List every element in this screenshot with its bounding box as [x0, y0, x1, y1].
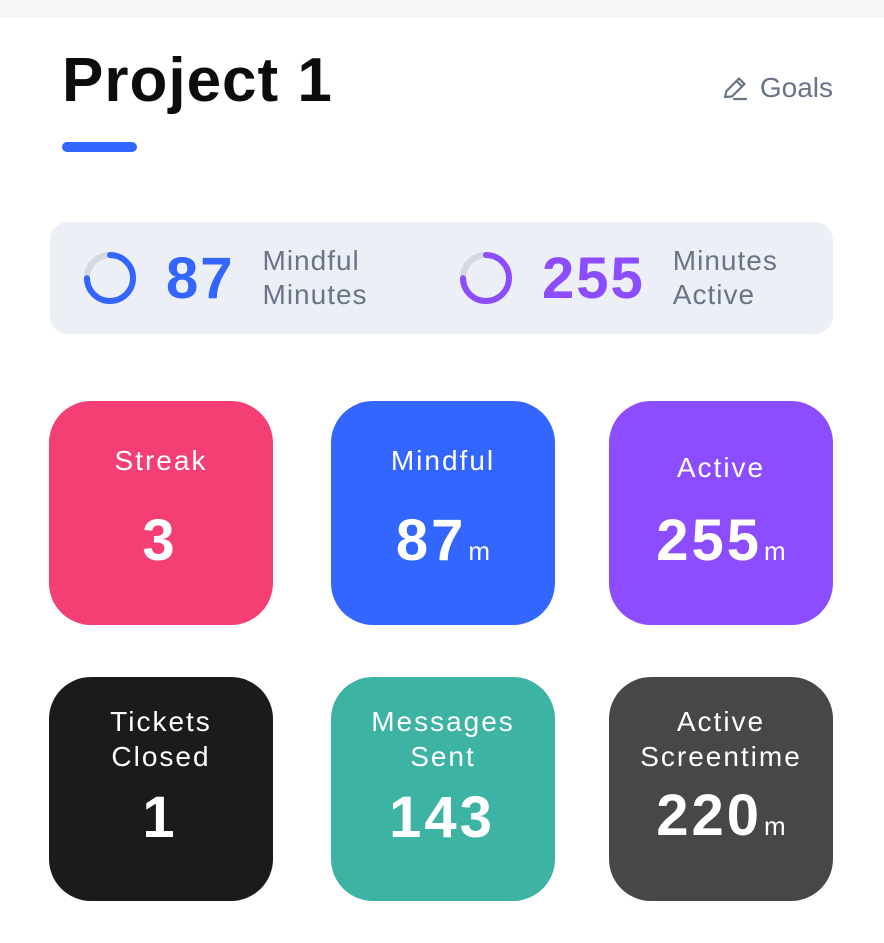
mindful-minutes-label: Mindful Minutes	[262, 245, 368, 310]
card-value: 220m	[609, 782, 833, 849]
messages-sent-card[interactable]: Messages Sent 143	[331, 677, 555, 901]
minutes-active-value: 255	[542, 245, 645, 311]
minutes-active-label: Minutes Active	[672, 245, 778, 310]
minutes-active-metric: 255 Minutes Active	[458, 222, 803, 334]
active-value: 255	[656, 508, 763, 573]
summary-panel: 87 Mindful Minutes 255 Minutes Active	[50, 222, 833, 334]
progress-ring-icon	[460, 252, 512, 304]
page-title: Project 1	[62, 46, 333, 115]
mindful-card[interactable]: Mindful 87m	[331, 401, 555, 625]
active-card[interactable]: Active 255m	[609, 401, 833, 625]
card-value: 255m	[609, 507, 833, 574]
goals-button[interactable]: Goals	[720, 72, 833, 104]
active-screentime-value: 220	[656, 783, 763, 848]
card-value: 3	[49, 507, 273, 574]
card-unit: m	[764, 811, 786, 841]
goals-label: Goals	[759, 72, 833, 103]
card-unit: m	[764, 536, 786, 566]
streak-card[interactable]: Streak 3	[49, 401, 273, 625]
card-value: 1	[49, 784, 273, 851]
streak-value: 3	[142, 508, 178, 573]
title-underline	[62, 142, 137, 152]
card-label: Streak	[114, 445, 208, 476]
mindful-minutes-metric: 87 Mindful Minutes	[82, 222, 393, 334]
card-label: Active Screentime	[640, 706, 802, 772]
progress-ring-icon	[84, 252, 136, 304]
card-label: Mindful	[390, 445, 496, 476]
card-label: Active	[676, 452, 766, 483]
mindful-value: 87	[395, 508, 467, 573]
card-value: 87m	[331, 507, 555, 574]
active-screentime-card[interactable]: Active Screentime 220m	[609, 677, 833, 901]
tickets-closed-value: 1	[142, 785, 178, 850]
mindful-minutes-value: 87	[166, 245, 235, 311]
pencil-icon	[720, 73, 750, 103]
messages-sent-value: 143	[389, 785, 495, 850]
top-bar	[0, 0, 884, 18]
card-label: Tickets Closed	[110, 706, 212, 772]
card-value: 143	[331, 784, 555, 851]
tickets-closed-card[interactable]: Tickets Closed 1	[49, 677, 273, 901]
card-unit: m	[468, 536, 491, 566]
card-label: Messages Sent	[371, 706, 515, 772]
